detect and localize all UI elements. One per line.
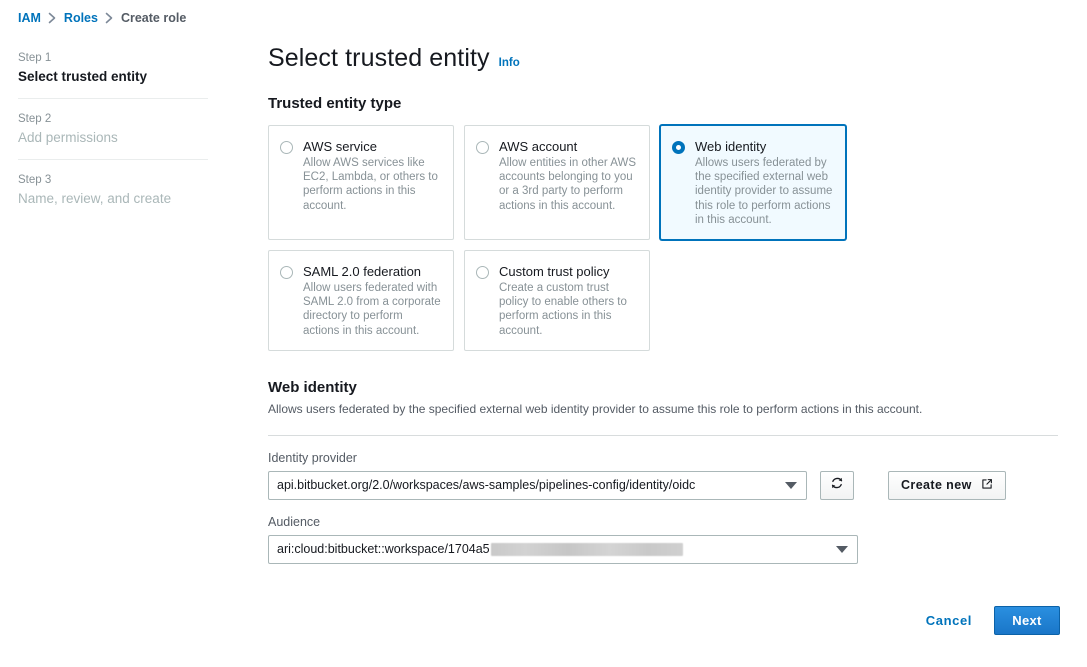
entity-option-aws-service-desc: Allow AWS services like EC2, Lambda, or … [303, 157, 438, 212]
breadcrumb-item-create-role: Create role [120, 11, 187, 25]
breadcrumb-item-iam[interactable]: IAM [18, 11, 41, 25]
entity-option-web-identity-title: Web identity [695, 139, 767, 154]
identity-provider-select[interactable]: api.bitbucket.org/2.0/workspaces/aws-sam… [268, 470, 807, 500]
identity-provider-row: api.bitbucket.org/2.0/workspaces/aws-sam… [268, 470, 1068, 500]
radio-aws-account[interactable] [476, 141, 489, 154]
sidebar-step-3-kicker: Step 3 [18, 174, 52, 186]
web-identity-heading: Web identity [268, 378, 357, 396]
radio-aws-service[interactable] [280, 141, 293, 154]
sidebar-step-3[interactable]: Step 3 Name, review, and create [18, 172, 208, 220]
create-new-provider-label: Create new [901, 478, 972, 493]
sidebar-step-2-kicker: Step 2 [18, 113, 52, 125]
entity-option-custom-trust-policy-desc: Create a custom trust policy to enable o… [499, 282, 627, 337]
sidebar-step-1[interactable]: Step 1 Select trusted entity [18, 50, 208, 98]
entity-option-web-identity-desc: Allows users federated by the specified … [695, 157, 833, 226]
sidebar-step-1-kicker: Step 1 [18, 52, 52, 64]
refresh-icon [830, 476, 844, 495]
audience-select[interactable]: ari:cloud:bitbucket::workspace/1704a5 [268, 534, 858, 564]
trusted-entity-type-options: AWS service Allow AWS services like EC2,… [268, 125, 868, 351]
sidebar-step-2-title: Add permissions [18, 130, 118, 145]
web-identity-section: Web identity Allows users federated by t… [268, 379, 1068, 564]
external-link-icon [981, 478, 993, 493]
sidebar-step-2[interactable]: Step 2 Add permissions [18, 111, 208, 159]
entity-option-saml-federation-desc: Allow users federated with SAML 2.0 from… [303, 282, 441, 337]
entity-option-aws-account-title: AWS account [499, 139, 578, 154]
entity-option-aws-account[interactable]: AWS account Allow entities in other AWS … [464, 125, 650, 241]
entity-option-web-identity[interactable]: Web identity Allows users federated by t… [660, 125, 846, 241]
chevron-down-icon [785, 482, 797, 490]
info-link[interactable]: Info [499, 57, 520, 69]
web-identity-description: Allows users federated by the specified … [268, 401, 923, 416]
cancel-button[interactable]: Cancel [922, 607, 976, 634]
entity-option-aws-service[interactable]: AWS service Allow AWS services like EC2,… [268, 125, 454, 241]
wizard-footer: Cancel Next [922, 606, 1060, 635]
chevron-right-icon-2 [105, 12, 114, 24]
refresh-providers-button[interactable] [820, 470, 854, 500]
wizard-steps-sidebar: Step 1 Select trusted entity Step 2 Add … [18, 50, 208, 220]
radio-web-identity[interactable] [672, 141, 685, 154]
identity-provider-value: api.bitbucket.org/2.0/workspaces/aws-sam… [277, 478, 696, 493]
entity-option-aws-account-desc: Allow entities in other AWS accounts bel… [499, 157, 636, 212]
audience-label: Audience [268, 514, 321, 529]
page-title: Select trusted entity [268, 44, 490, 72]
sidebar-divider-2 [18, 159, 208, 160]
sidebar-step-3-title: Name, review, and create [18, 191, 172, 206]
audience-redaction-bar [490, 542, 683, 556]
audience-value: ari:cloud:bitbucket::workspace/1704a5 [277, 542, 490, 557]
breadcrumb: IAM Roles Create role [18, 11, 186, 25]
sidebar-step-1-title: Select trusted entity [18, 69, 148, 84]
entity-option-saml-federation-title: SAML 2.0 federation [303, 264, 422, 280]
section-divider [268, 434, 1058, 436]
entity-option-aws-service-title: AWS service [303, 139, 377, 154]
next-button[interactable]: Next [994, 606, 1060, 635]
sidebar-divider-1 [18, 98, 208, 99]
breadcrumb-item-roles[interactable]: Roles [64, 11, 98, 25]
radio-custom-trust-policy[interactable] [476, 266, 489, 280]
chevron-right-icon [48, 12, 57, 24]
trusted-entity-type-heading: Trusted entity type [268, 95, 402, 112]
entity-option-custom-trust-policy-title: Custom trust policy [499, 264, 610, 280]
radio-saml-federation[interactable] [280, 266, 293, 280]
entity-option-saml-federation[interactable]: SAML 2.0 federation Allow users federate… [268, 250, 454, 351]
main-content: Select trusted entity Info Trusted entit… [268, 44, 1068, 564]
create-new-provider-button[interactable]: Create new [888, 470, 1006, 500]
page-title-row: Select trusted entity Info [268, 44, 1068, 73]
identity-provider-label: Identity provider [268, 450, 357, 465]
entity-option-custom-trust-policy[interactable]: Custom trust policy Create a custom trus… [464, 250, 650, 351]
chevron-down-icon-audience [836, 546, 848, 554]
